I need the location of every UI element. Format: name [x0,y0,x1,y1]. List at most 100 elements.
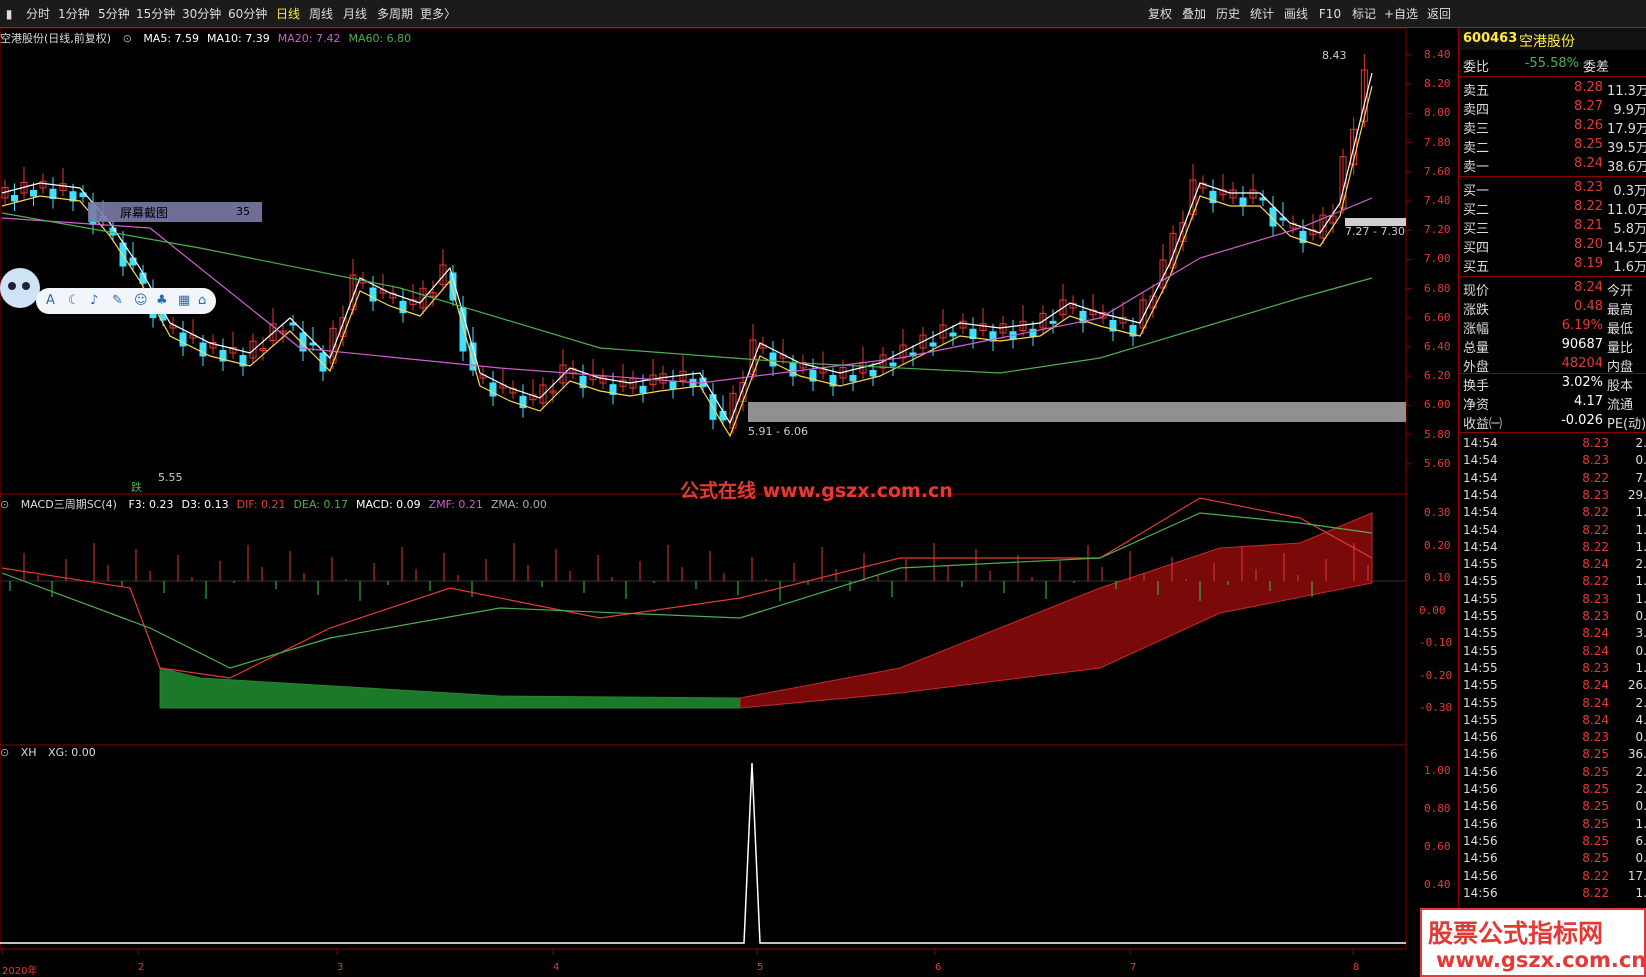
diff-label: 委差 [1583,60,1610,75]
tool-mark-button[interactable]: 标记 [1347,0,1381,28]
tick-time: 14:56 [1463,764,1498,779]
tick-price: 8.22 [1582,539,1609,554]
shirt-icon[interactable]: ♣ [156,288,168,314]
macd-red-area [739,512,1373,709]
period-tab-monthly[interactable]: 月线 [343,0,367,28]
candle-body [889,362,897,367]
screenshot-tooltip[interactable]: 屏幕截图 35 [88,202,262,222]
sidebar-toggle-icon[interactable]: ▮ [0,0,18,28]
ask-row[interactable]: 卖四 8.27 9.9万 [1459,99,1646,118]
tick-row: 14:55 8.24 2. [1459,557,1646,575]
tool-overlay-button[interactable]: 叠加 [1177,0,1211,28]
lock-icon[interactable]: ⌂ [198,288,206,314]
candle-body [929,342,937,347]
stat-row: 现价 8.24 今开 [1459,280,1646,299]
tool-back-button[interactable]: 返回 [1421,0,1457,28]
tool-history-button[interactable]: 历史 [1211,0,1245,28]
bid-row[interactable]: 买一 8.23 0.3万 [1459,180,1646,199]
period-tab-30min[interactable]: 30分钟 [182,0,221,28]
music-icon[interactable]: ♪ [90,288,98,314]
support-zone [748,402,1406,422]
period-tab-weekly[interactable]: 周线 [309,0,333,28]
xh-header: ⊙ XH XG: 0.00 [0,746,104,760]
tool-adjust-button[interactable]: 复权 [1143,0,1177,28]
tick-volume: 6. [1635,833,1646,848]
tool-draw-button[interactable]: 画线 [1279,0,1313,28]
tick-row: 14:55 8.23 1. [1459,661,1646,679]
smile-icon[interactable]: ☺ [134,288,148,314]
stat-right-label: 最低 [1607,322,1634,337]
tick-price: 8.22 [1582,868,1609,883]
tool-add-watchlist-button[interactable]: +自选 [1381,0,1421,28]
ask-row[interactable]: 卖一 8.24 38.6万 [1459,156,1646,175]
macd-tick-label: -0.20 [1419,668,1453,682]
chevron-down-icon[interactable]: ⊙ [0,746,9,759]
tick-volume: 1. [1635,539,1646,554]
tick-time: 14:56 [1463,730,1498,745]
period-tab-timeshare[interactable]: 分时 [26,0,50,28]
tick-row: 14:54 8.23 29. [1459,488,1646,506]
macd-value-label: F3: 0.23 [128,498,174,511]
period-tab-1min[interactable]: 1分钟 [58,0,90,28]
stat-row: 净资 4.17 流通 [1459,394,1646,413]
period-tab-5min[interactable]: 5分钟 [98,0,130,28]
tick-row: 14:55 8.24 0. [1459,644,1646,662]
tick-price: 8.23 [1582,660,1609,675]
tick-price: 8.25 [1582,833,1609,848]
grid-icon[interactable]: ▦ [178,288,190,314]
tick-row: 14:56 8.22 17. [1459,869,1646,887]
row-price: 8.26 [1574,118,1603,133]
row-label: 买二 [1463,203,1490,218]
stat-row: 涨幅 6.19% 最低 [1459,318,1646,337]
ma-label: MA20: 7.42 [277,32,341,45]
bid-row[interactable]: 买三 8.21 5.8万 [1459,218,1646,237]
tick-volume: 2. [1635,436,1646,450]
period-tab-60min[interactable]: 60分钟 [228,0,267,28]
tick-price: 8.24 [1582,643,1609,658]
tool-f10-button[interactable]: F10 [1313,0,1347,28]
period-tab-daily[interactable]: 日线 [276,0,300,28]
quote-panel: 600463 空港股份 委比 -55.58% 委差 卖五 8.28 11.3万 卖四 8… [1458,28,1646,977]
bid-row[interactable]: 买五 8.19 1.6万 [1459,256,1646,275]
bid-row[interactable]: 买四 8.20 14.5万 [1459,237,1646,256]
candle-body [1239,197,1247,207]
tick-time: 14:54 [1463,522,1498,537]
period-tab-multi[interactable]: 多周期 [377,0,413,28]
ask-row[interactable]: 卖五 8.28 11.3万 [1459,80,1646,99]
tick-price: 8.23 [1582,730,1609,745]
stock-name: 空港股份 [1519,34,1575,50]
period-tab-more[interactable]: 更多〉 [420,0,456,28]
ad-banner[interactable]: 股票公式指标网 www.gszx.com.cn [1420,908,1646,977]
chevron-down-icon[interactable]: ⊙ [123,32,132,45]
tick-volume: 2. [1635,782,1646,796]
candle-body [30,190,37,197]
tick-price: 8.24 [1582,695,1609,710]
tool-stats-button[interactable]: 统计 [1245,0,1279,28]
ask-row[interactable]: 卖二 8.25 39.5万 [1459,137,1646,156]
wrench-icon[interactable]: ✎ [112,288,123,314]
tick-price: 8.23 [1582,609,1609,623]
ask-row[interactable]: 卖三 8.26 17.9万 [1459,118,1646,137]
stat-value: 90687 [1561,337,1603,352]
tick-price: 8.22 [1582,574,1609,589]
macd-value-label: MACD: 0.09 [355,498,421,511]
tick-row: 14:56 8.22 1. [1459,886,1646,904]
chevron-down-icon[interactable]: ⊙ [0,498,9,511]
ratio-label: 委比 [1463,60,1490,75]
row-volume: 11.3万 [1607,84,1646,99]
row-price: 8.24 [1574,156,1603,171]
tick-row: 14:55 8.22 1. [1459,574,1646,592]
tick-price: 8.24 [1582,557,1609,572]
tick-price: 8.22 [1582,522,1609,537]
period-tab-15min[interactable]: 15分钟 [136,0,175,28]
tick-row: 14:55 8.24 3. [1459,626,1646,644]
tick-time: 14:55 [1463,574,1498,589]
macd-legend: F3: 0.23 D3: 0.13 DIF: 0.21 DEA: 0.17 MACD: … [128,498,554,511]
bid-row[interactable]: 买二 8.22 11.0万 [1459,199,1646,218]
tick-row: 14:56 8.25 6. [1459,834,1646,852]
text-tool-icon[interactable]: A [46,288,55,314]
assistant-avatar-icon[interactable] [0,268,40,308]
row-price: 8.27 [1574,99,1603,114]
moon-icon[interactable]: ☾ [68,288,80,314]
stat-right-label: 流通 [1607,398,1634,413]
